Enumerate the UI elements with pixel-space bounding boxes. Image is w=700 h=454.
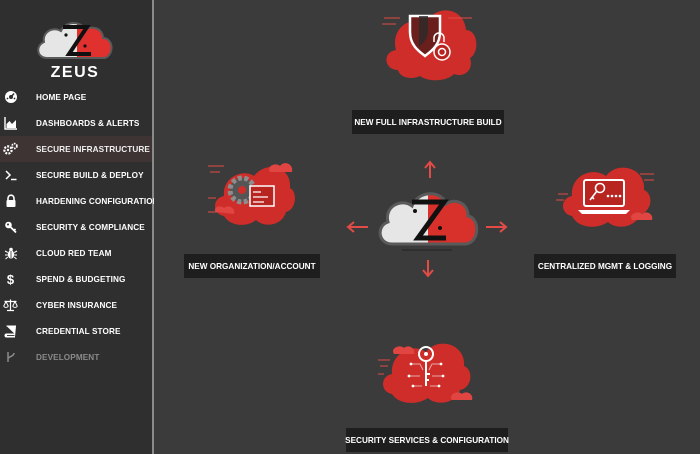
shield-lock-cloud-icon bbox=[382, 10, 477, 81]
code-branch-icon bbox=[3, 350, 18, 365]
arrow-right-icon bbox=[486, 221, 508, 233]
sidebar-item-spend-budgeting[interactable]: $ SPEND & BUDGETING bbox=[0, 266, 152, 292]
laptop-key-cloud-icon bbox=[556, 167, 654, 227]
balance-scale-icon bbox=[3, 298, 18, 313]
book-icon bbox=[3, 324, 18, 339]
full-infrastructure-build-tile[interactable] bbox=[378, 0, 478, 84]
sidebar-item-label: CREDENTIAL STORE bbox=[36, 326, 121, 336]
sidebar-item-dashboards-alerts[interactable]: DASHBOARDS & ALERTS bbox=[0, 110, 152, 136]
dashboard-gauge-icon bbox=[3, 90, 18, 105]
new-organization-account-text: NEW ORGANIZATION/ACCOUNT bbox=[188, 261, 316, 271]
sidebar-item-label: CLOUD RED TEAM bbox=[36, 248, 112, 258]
security-services-configuration-label[interactable]: SECURITY SERVICES & CONFIGURATION bbox=[345, 428, 509, 452]
zeus-cloud-logo-icon bbox=[378, 192, 479, 251]
full-infrastructure-build-text: NEW FULL INFRASTRUCTURE BUILD bbox=[354, 117, 502, 127]
gears-icon bbox=[3, 142, 18, 157]
arrow-up-icon bbox=[424, 160, 436, 178]
sidebar-item-development[interactable]: DEVELOPMENT bbox=[0, 344, 152, 370]
centralized-mgmt-logging-label[interactable]: CENTRALIZED MGMT & LOGGING bbox=[534, 254, 676, 278]
terminal-prompt-icon bbox=[3, 168, 18, 183]
sidebar-item-hardening-configuration[interactable]: HARDENING CONFIGURATION bbox=[0, 188, 159, 214]
key-icon bbox=[3, 220, 18, 235]
sidebar-item-label: CYBER INSURANCE bbox=[36, 300, 118, 310]
brand-name: ZEUS bbox=[50, 64, 100, 81]
lock-icon bbox=[3, 194, 18, 209]
arrow-down-icon bbox=[422, 260, 434, 278]
bug-icon bbox=[3, 246, 18, 261]
sidebar-item-label: DASHBOARDS & ALERTS bbox=[36, 118, 140, 128]
center-zeus-logo bbox=[372, 180, 482, 258]
zeus-logo[interactable]: ZEUS bbox=[33, 14, 117, 84]
new-organization-account-tile[interactable] bbox=[206, 152, 298, 234]
security-services-configuration-tile[interactable] bbox=[376, 334, 476, 410]
security-services-configuration-text: SECURITY SERVICES & CONFIGURATION bbox=[345, 435, 509, 445]
main-panel: NEW FULL INFRASTRUCTURE BUILD NEW ORGANI… bbox=[154, 0, 700, 454]
sidebar-item-home-page[interactable]: HOME PAGE bbox=[0, 84, 152, 110]
sidebar-item-label: SECURE INFRASTRUCTURE bbox=[36, 144, 150, 154]
sidebar-item-secure-infrastructure[interactable]: SECURE INFRASTRUCTURE bbox=[0, 136, 152, 162]
area-chart-icon bbox=[3, 116, 18, 131]
sidebar-item-credential-store[interactable]: CREDENTIAL STORE bbox=[0, 318, 152, 344]
sidebar-item-label: HARDENING CONFIGURATION bbox=[36, 196, 159, 206]
new-organization-account-label[interactable]: NEW ORGANIZATION/ACCOUNT bbox=[184, 254, 320, 278]
dollar-icon: $ bbox=[6, 271, 15, 287]
sidebar-item-label: DEVELOPMENT bbox=[36, 352, 100, 362]
sidebar-item-label: SECURITY & COMPLIANCE bbox=[36, 222, 145, 232]
centralized-mgmt-logging-text: CENTRALIZED MGMT & LOGGING bbox=[537, 261, 673, 271]
sidebar-item-label: HOME PAGE bbox=[36, 92, 87, 102]
sidebar-item-secure-build-deploy[interactable]: SECURE BUILD & DEPLOY bbox=[0, 162, 152, 188]
full-infrastructure-build-label[interactable]: NEW FULL INFRASTRUCTURE BUILD bbox=[352, 110, 504, 134]
key-circuit-cloud-icon bbox=[378, 343, 473, 403]
sidebar-item-security-compliance[interactable]: SECURITY & COMPLIANCE bbox=[0, 214, 152, 240]
sidebar: ZEUS HOME PAGE DASHBOARDS & ALERTS SECUR… bbox=[0, 0, 159, 454]
gear-form-cloud-icon bbox=[208, 163, 295, 225]
arrow-left-icon bbox=[346, 221, 368, 233]
sidebar-item-cloud-red-team[interactable]: CLOUD RED TEAM bbox=[0, 240, 152, 266]
sidebar-nav: HOME PAGE DASHBOARDS & ALERTS SECURE INF… bbox=[0, 84, 159, 370]
centralized-mgmt-logging-tile[interactable] bbox=[554, 154, 658, 236]
sidebar-item-cyber-insurance[interactable]: CYBER INSURANCE bbox=[0, 292, 152, 318]
sidebar-item-label: SECURE BUILD & DEPLOY bbox=[36, 170, 144, 180]
sidebar-item-label: SPEND & BUDGETING bbox=[36, 274, 126, 284]
